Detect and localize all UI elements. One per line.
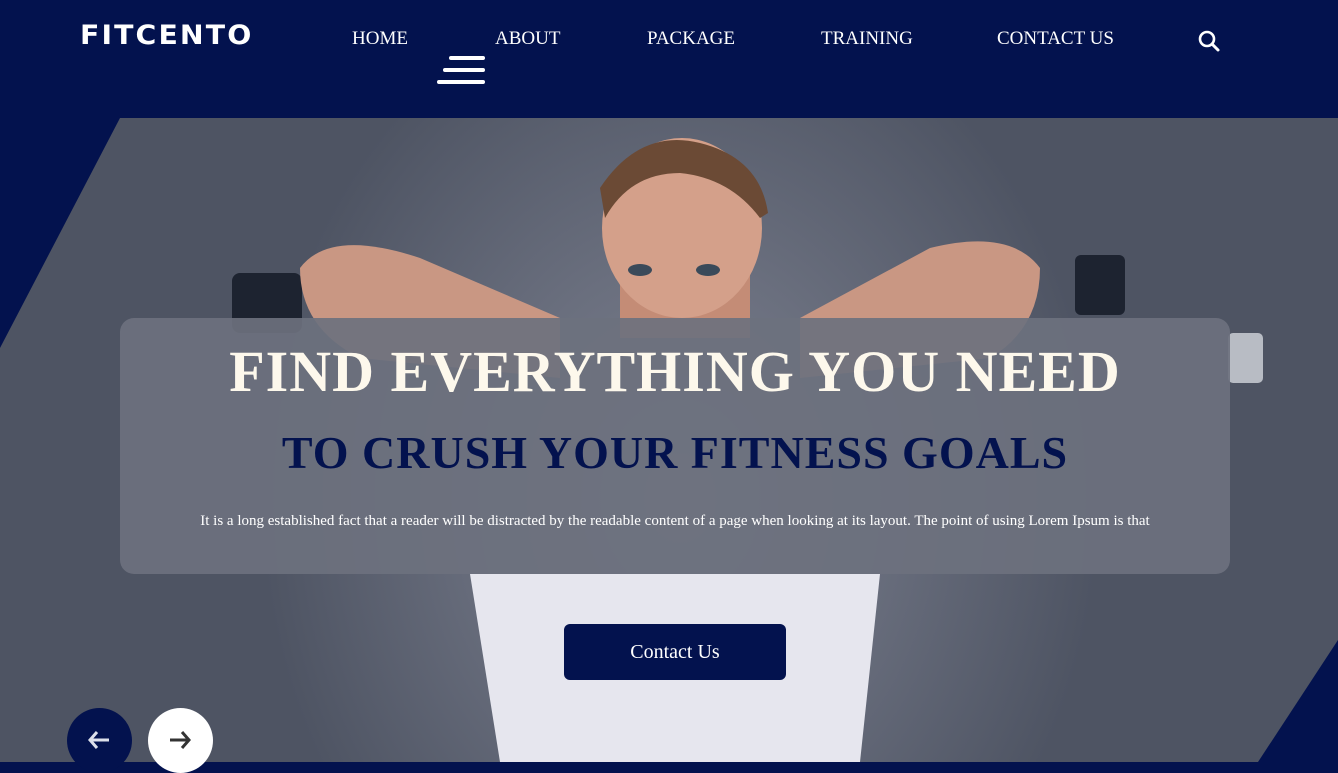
nav-package[interactable]: PACKAGE [647,28,735,50]
hamburger-menu-icon[interactable] [437,56,485,88]
logo[interactable]: FITCENTO [80,20,253,51]
nav-training[interactable]: TRAINING [821,28,913,50]
slider-next-button[interactable] [148,708,213,773]
hero-banner: FIND EVERYTHING YOU NEED TO CRUSH YOUR F… [120,318,1230,574]
site-header: FITCENTO HOME ABOUT PACKAGE TRAINING CON… [0,0,1338,118]
decor-shape-left [0,118,120,348]
search-icon[interactable] [1197,29,1221,53]
decor-shape-right [1258,640,1338,762]
hero-subtitle: TO CRUSH YOUR FITNESS GOALS [281,427,1069,478]
slider-prev-button[interactable] [67,708,132,773]
contact-us-button[interactable]: Contact Us [564,624,786,680]
hero-title: FIND EVERYTHING YOU NEED [229,339,1121,404]
nav-about[interactable]: ABOUT [495,28,560,50]
arrow-left-icon [88,731,109,749]
nav-home[interactable]: HOME [352,28,408,50]
nav-contact-us[interactable]: CONTACT US [997,28,1114,50]
arrow-right-icon [170,731,191,749]
hero-description: It is a long established fact that a rea… [200,513,1150,529]
